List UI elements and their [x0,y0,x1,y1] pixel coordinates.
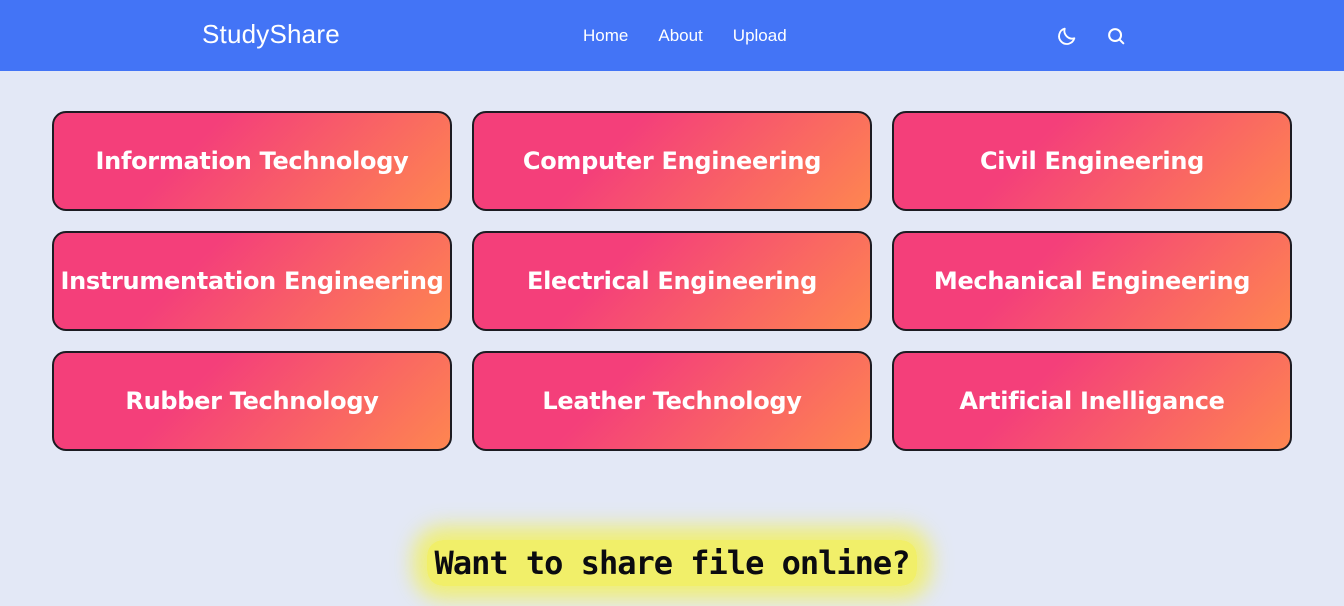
department-card-artificial-intelligence[interactable]: Artificial Inelligance [892,351,1292,451]
share-cta-heading: Want to share file online? [426,540,918,586]
department-card-information-technology[interactable]: Information Technology [52,111,452,211]
department-card-label: Leather Technology [542,387,802,415]
share-cta-section: Want to share file online? [0,540,1344,586]
department-card-label: Instrumentation Engineering [60,267,444,295]
department-card-computer-engineering[interactable]: Computer Engineering [472,111,872,211]
department-grid: Information Technology Computer Engineer… [52,111,1292,451]
department-card-mechanical-engineering[interactable]: Mechanical Engineering [892,231,1292,331]
department-card-label: Artificial Inelligance [959,387,1225,415]
nav-link-upload[interactable]: Upload [733,26,787,46]
navbar: StudyShare Home About Upload [0,0,1344,71]
brand-logo[interactable]: StudyShare [202,19,340,50]
department-card-rubber-technology[interactable]: Rubber Technology [52,351,452,451]
department-card-instrumentation-engineering[interactable]: Instrumentation Engineering [52,231,452,331]
nav-links: Home About Upload [583,26,817,46]
department-card-label: Civil Engineering [979,147,1205,175]
department-card-label: Computer Engineering [522,147,822,175]
search-icon[interactable] [1105,25,1127,47]
department-card-label: Electrical Engineering [527,267,817,295]
department-card-label: Information Technology [95,147,409,175]
department-card-civil-engineering[interactable]: Civil Engineering [892,111,1292,211]
nav-link-home[interactable]: Home [583,26,628,46]
moon-icon[interactable] [1056,25,1078,47]
department-card-leather-technology[interactable]: Leather Technology [472,351,872,451]
department-card-label: Rubber Technology [125,387,379,415]
department-card-electrical-engineering[interactable]: Electrical Engineering [472,231,872,331]
department-card-label: Mechanical Engineering [933,267,1251,295]
nav-link-about[interactable]: About [658,26,702,46]
